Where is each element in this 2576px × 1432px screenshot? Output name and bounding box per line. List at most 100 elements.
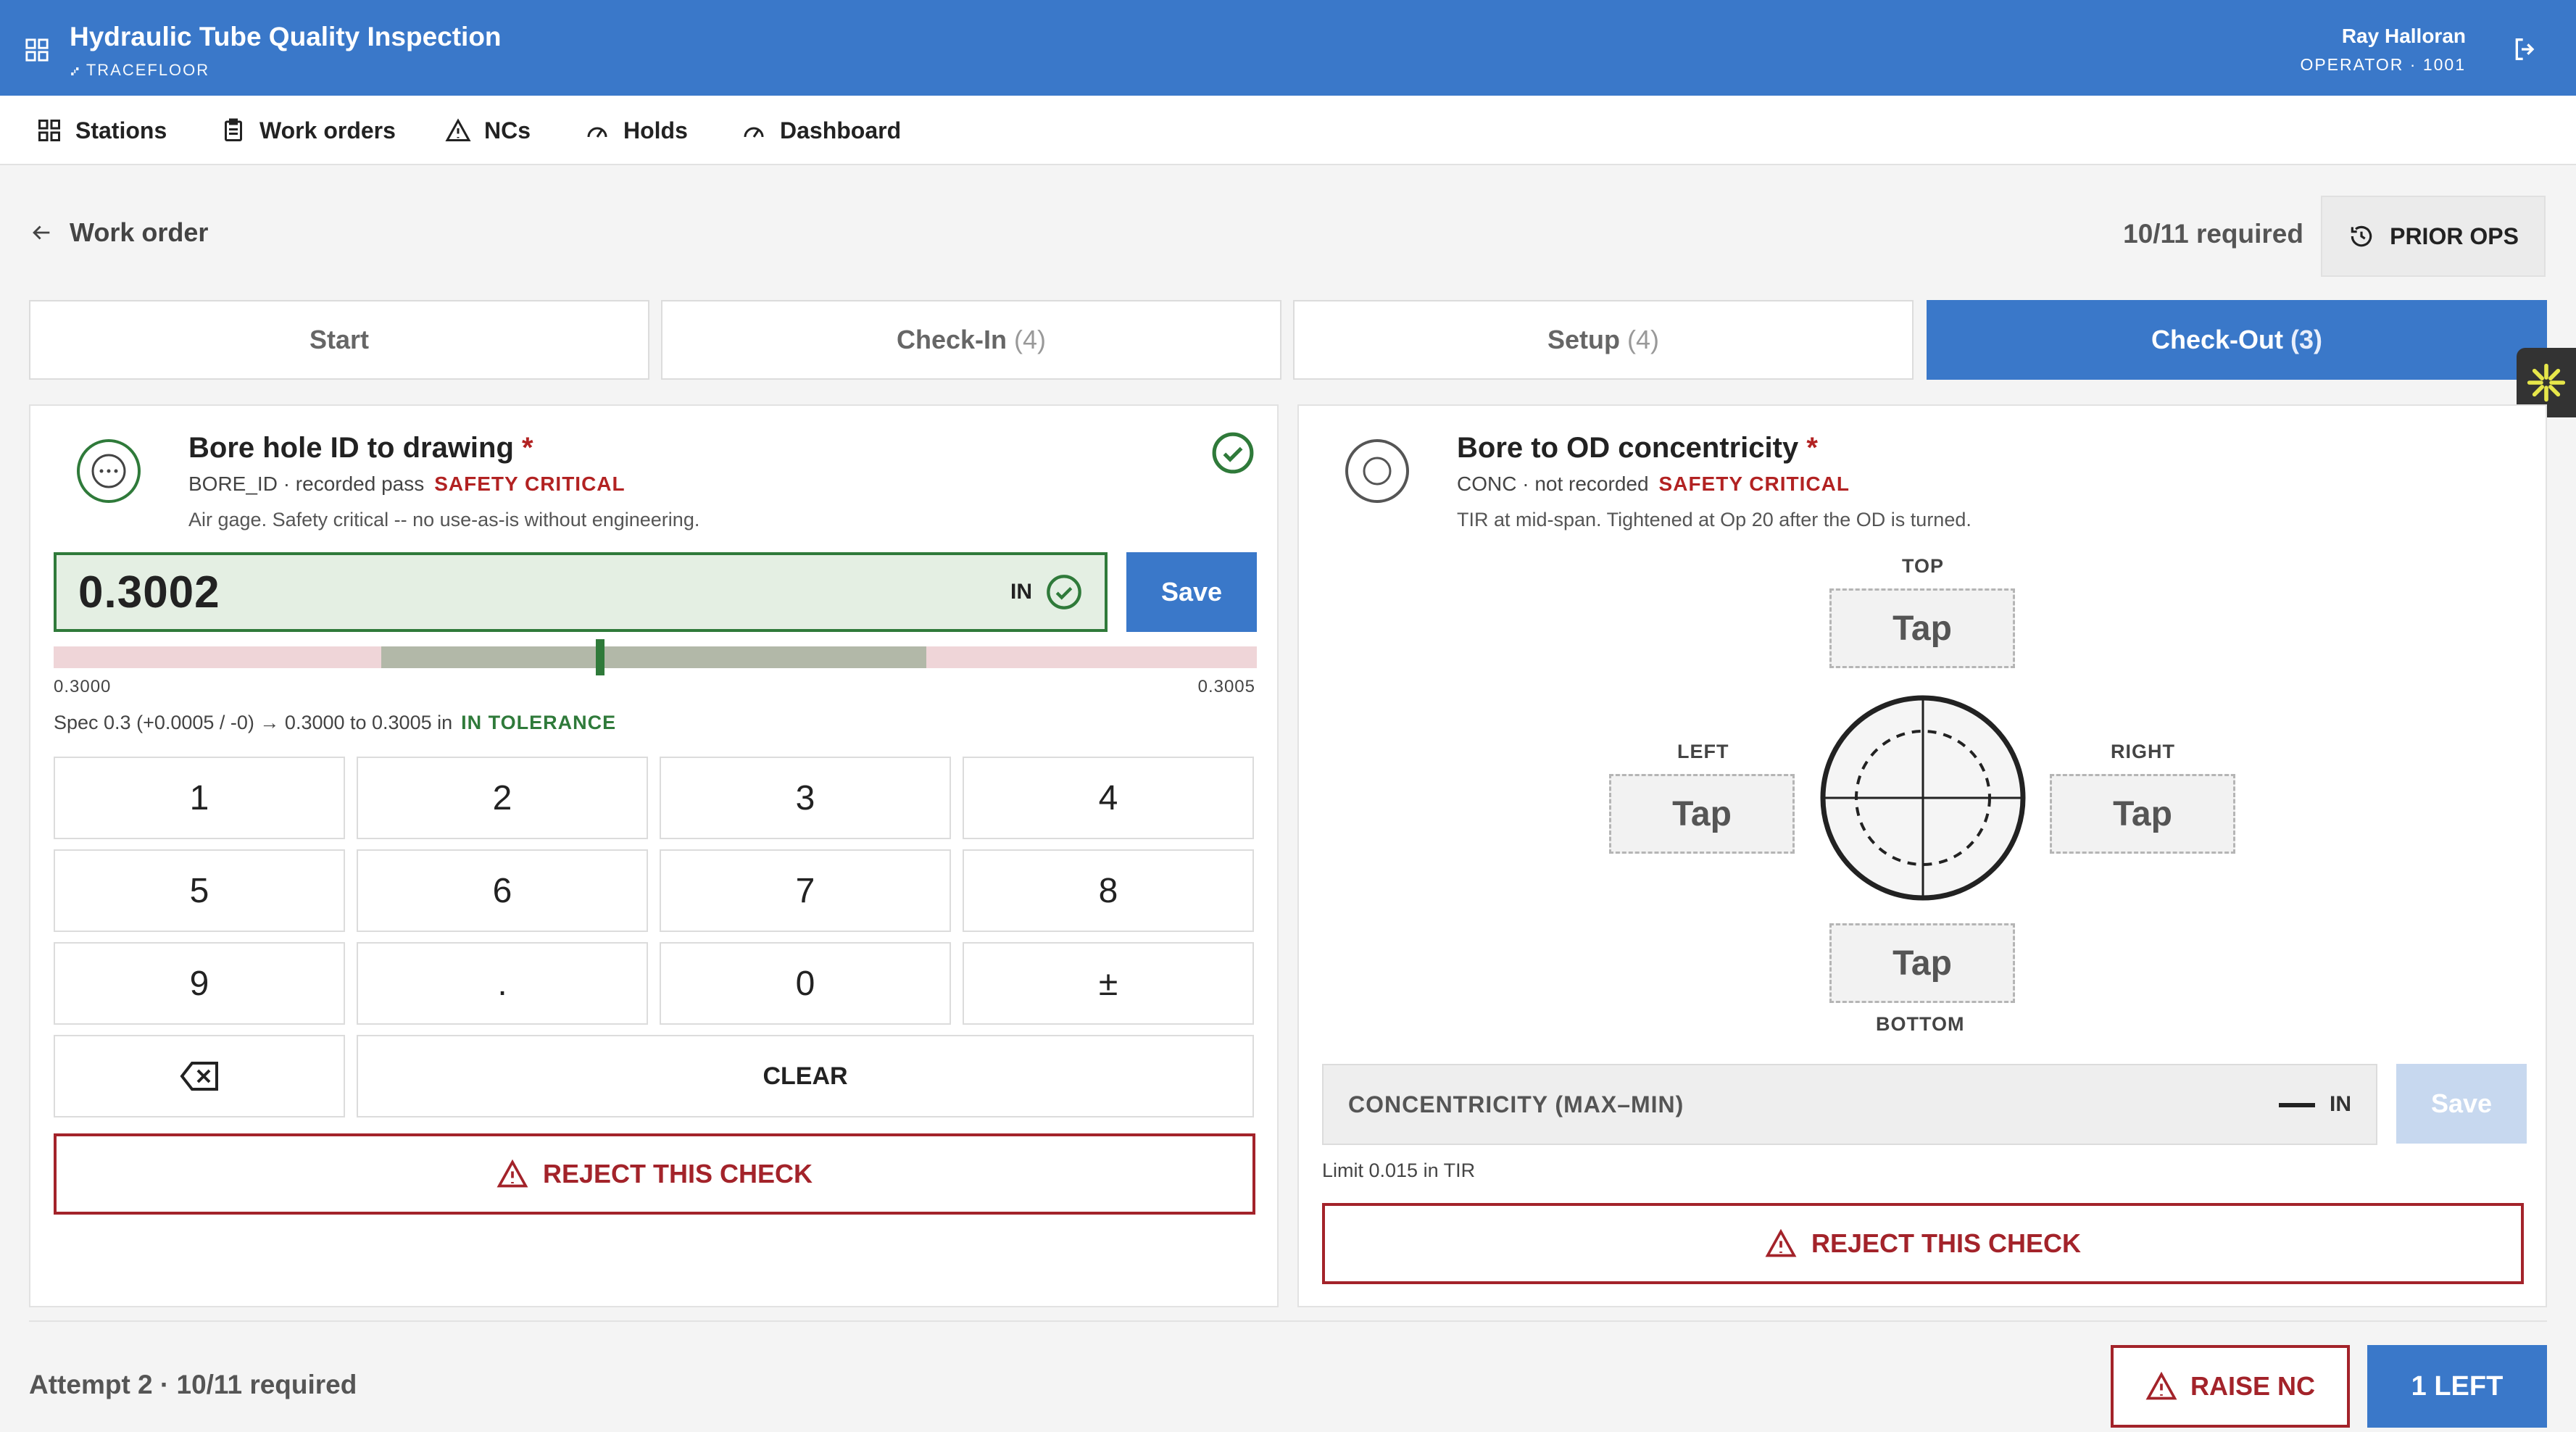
apps-grid-icon[interactable] xyxy=(25,38,49,62)
nav-work-orders[interactable]: Work orders xyxy=(220,96,396,165)
concentricity-input[interactable]: CONCENTRICITY (MAX–MIN) IN xyxy=(1322,1064,2377,1145)
grid-icon xyxy=(38,120,60,141)
key-7[interactable]: 7 xyxy=(660,849,951,932)
key-8[interactable]: 8 xyxy=(963,849,1254,932)
nav-stations[interactable]: Stations xyxy=(36,96,167,165)
check-title: Bore hole ID to drawing * xyxy=(188,432,533,465)
reject-check-button[interactable]: REJECT THIS CHECK xyxy=(1322,1203,2524,1284)
gauge-icon xyxy=(744,127,764,138)
footer-divider xyxy=(29,1320,2547,1322)
prior-ops-button[interactable]: PRIOR OPS xyxy=(2321,196,2546,277)
user-info: Ray Halloran OPERATOR · 1001 xyxy=(2300,25,2466,75)
key-3[interactable]: 3 xyxy=(660,757,951,839)
concentricity-unit: IN xyxy=(2330,1092,2351,1116)
spec-text: Spec 0.3 (+0.0005 / -0) → 0.3000 to 0.30… xyxy=(54,712,453,733)
nav-dashboard[interactable]: Dashboard xyxy=(741,96,901,165)
reject-check-button[interactable]: REJECT THIS CHECK xyxy=(54,1133,1255,1215)
tolerance-band xyxy=(381,646,926,668)
check-description: Air gage. Safety critical -- no use-as-i… xyxy=(188,509,700,530)
key-0[interactable]: 0 xyxy=(660,942,951,1025)
user-name: Ray Halloran xyxy=(2341,25,2466,47)
key-9[interactable]: 9 xyxy=(54,942,345,1025)
check-circle-icon xyxy=(1047,575,1081,609)
key-5[interactable]: 5 xyxy=(54,849,345,932)
key-plus-minus[interactable]: ± xyxy=(963,942,1254,1025)
save-button[interactable]: Save xyxy=(1126,552,1257,632)
tab-label: Start xyxy=(309,325,370,354)
safety-critical-badge: SAFETY CRITICAL xyxy=(1658,473,1850,495)
concentricity-label: CONCENTRICITY (MAX–MIN) xyxy=(1348,1091,1684,1117)
key-6[interactable]: 6 xyxy=(357,849,648,932)
back-label: Work order xyxy=(70,217,209,247)
arrow-left-icon xyxy=(33,225,50,240)
air-gage-icon xyxy=(77,439,141,503)
app-header: Hydraulic Tube Quality Inspection ⑇ TRACE… xyxy=(0,0,2576,96)
warning-icon xyxy=(445,118,471,141)
key-4[interactable]: 4 xyxy=(963,757,1254,839)
prior-ops-label: PRIOR OPS xyxy=(2390,222,2519,249)
tap-right[interactable]: Tap xyxy=(2050,774,2235,854)
clear-key[interactable]: CLEAR xyxy=(357,1035,1254,1117)
sparkle-icon xyxy=(2527,363,2566,402)
gauge-icon xyxy=(587,127,607,138)
measurement-value: 0.3002 xyxy=(78,567,220,617)
safety-critical-badge: SAFETY CRITICAL xyxy=(434,473,626,495)
bore-check-card: Bore hole ID to drawing * BORE_ID · reco… xyxy=(29,404,1279,1307)
key-2[interactable]: 2 xyxy=(357,757,648,839)
tab-start[interactable]: Start xyxy=(29,300,649,380)
tolerance-bar xyxy=(54,639,1257,675)
warning-icon xyxy=(1765,1228,1797,1257)
nav-label: Dashboard xyxy=(780,117,902,143)
logout-icon[interactable] xyxy=(2511,35,2540,64)
reject-label: REJECT THIS CHECK xyxy=(542,1159,813,1189)
nav-holds[interactable]: Holds xyxy=(584,96,688,165)
nav-label: Work orders xyxy=(259,117,396,143)
main-nav: Stations Work orders NCs Holds Dashboard xyxy=(0,96,2576,165)
check-meta-text: CONC · not recorded xyxy=(1457,473,1649,495)
bottom-label: BOTTOM xyxy=(1876,1013,1965,1035)
tab-label: Check-Out xyxy=(2151,325,2284,354)
nav-ncs[interactable]: NCs xyxy=(445,96,531,165)
check-meta: BORE_ID · recorded pass SAFETY CRITICAL xyxy=(188,473,626,496)
limit-text: Limit 0.015 in TIR xyxy=(1322,1160,1476,1181)
concentricity-check-card: Bore to OD concentricity * CONC · not re… xyxy=(1297,404,2547,1307)
tolerance-max: 0.3005 xyxy=(1197,677,1255,696)
key-decimal[interactable]: . xyxy=(357,942,648,1025)
check-meta-text: BORE_ID · recorded pass xyxy=(188,473,425,495)
raise-nc-button[interactable]: RAISE NC xyxy=(2111,1345,2350,1428)
passed-check-icon xyxy=(1212,432,1254,474)
nav-label: NCs xyxy=(484,117,531,143)
reject-label: REJECT THIS CHECK xyxy=(1811,1228,2082,1258)
backspace-icon xyxy=(180,1062,218,1091)
key-1[interactable]: 1 xyxy=(54,757,345,839)
check-description: TIR at mid-span. Tightened at Op 20 afte… xyxy=(1457,509,1972,530)
tab-label: Check-In xyxy=(896,325,1007,354)
required-mark: * xyxy=(522,432,533,464)
tab-setup[interactable]: Setup (4) xyxy=(1293,300,1914,380)
tab-count: (3) xyxy=(2290,325,2323,354)
warning-icon xyxy=(496,1159,528,1188)
tab-count: (4) xyxy=(1014,325,1047,354)
left-label: LEFT xyxy=(1677,741,1729,762)
target-icon xyxy=(1345,439,1409,503)
clipboard-icon xyxy=(225,118,242,141)
tap-left[interactable]: Tap xyxy=(1609,774,1795,854)
tab-check-in[interactable]: Check-In (4) xyxy=(661,300,1281,380)
measurement-unit: IN xyxy=(1010,580,1032,604)
tolerance-min: 0.3000 xyxy=(54,677,112,696)
tab-check-out[interactable]: Check-Out (3) xyxy=(1927,300,2547,380)
nav-label: Stations xyxy=(75,117,167,143)
required-mark: * xyxy=(1806,432,1818,464)
remaining-checks-button[interactable]: 1 LEFT xyxy=(2367,1345,2547,1428)
backspace-key[interactable] xyxy=(54,1035,345,1117)
save-concentricity-button[interactable]: Save xyxy=(2396,1064,2527,1144)
tap-bottom[interactable]: Tap xyxy=(1829,923,2015,1003)
signal-icon: ⑇ xyxy=(71,64,80,78)
empty-value-dash xyxy=(2279,1103,2315,1107)
app-subtitle: ⑇ TRACEFLOOR xyxy=(71,61,209,80)
tap-top[interactable]: Tap xyxy=(1829,588,2015,668)
brand-name: TRACEFLOOR xyxy=(86,61,210,79)
back-to-work-order[interactable]: Work order xyxy=(29,217,208,248)
nav-label: Holds xyxy=(623,117,688,143)
measurement-input[interactable]: 0.3002 IN xyxy=(54,552,1108,632)
